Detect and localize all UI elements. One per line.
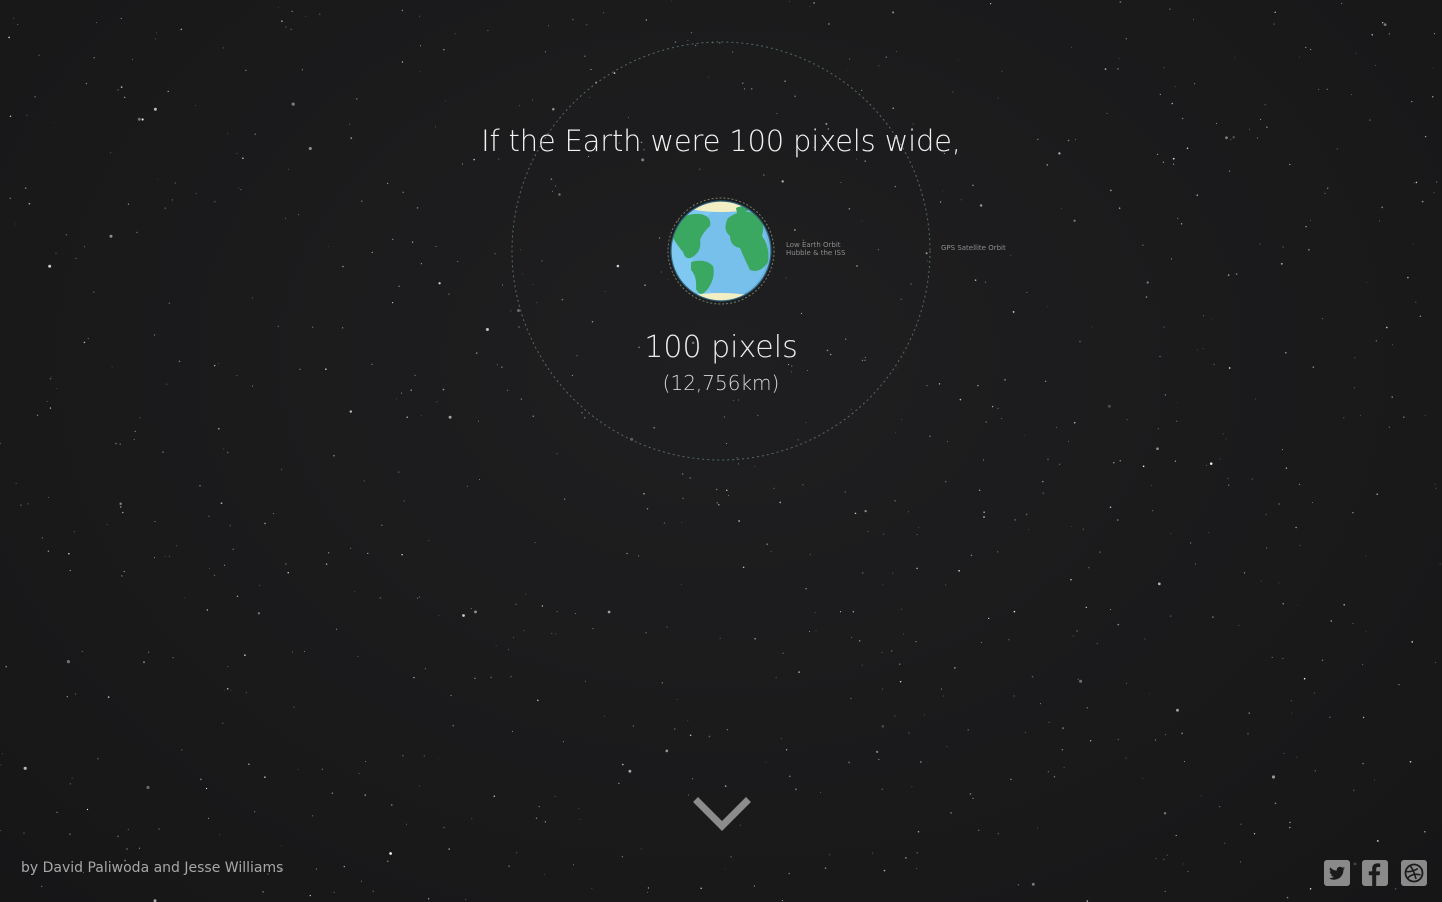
space-background: If the Earth were 100 pixels wide, Low E… [0,0,1442,902]
dribbble-icon[interactable] [1401,860,1427,886]
low-earth-orbit-subtitle: Hubble & the ISS [786,249,846,257]
earth-width-km: (12,756km) [662,371,780,395]
chevron-down-icon[interactable] [693,796,751,836]
low-earth-orbit-title: Low Earth Orbit [786,241,841,249]
earth-width-pixels: 100 pixels [644,330,798,365]
twitter-icon[interactable] [1324,860,1350,886]
author-credit[interactable]: by David Paliwoda and Jesse Williams [21,860,283,876]
low-earth-orbit-label: Low Earth Orbit Hubble & the ISS [786,241,845,257]
orbit-diagram [511,41,931,461]
gps-orbit-label: GPS Satellite Orbit [941,244,1006,252]
facebook-icon[interactable] [1362,860,1388,886]
earth-globe [670,200,772,302]
